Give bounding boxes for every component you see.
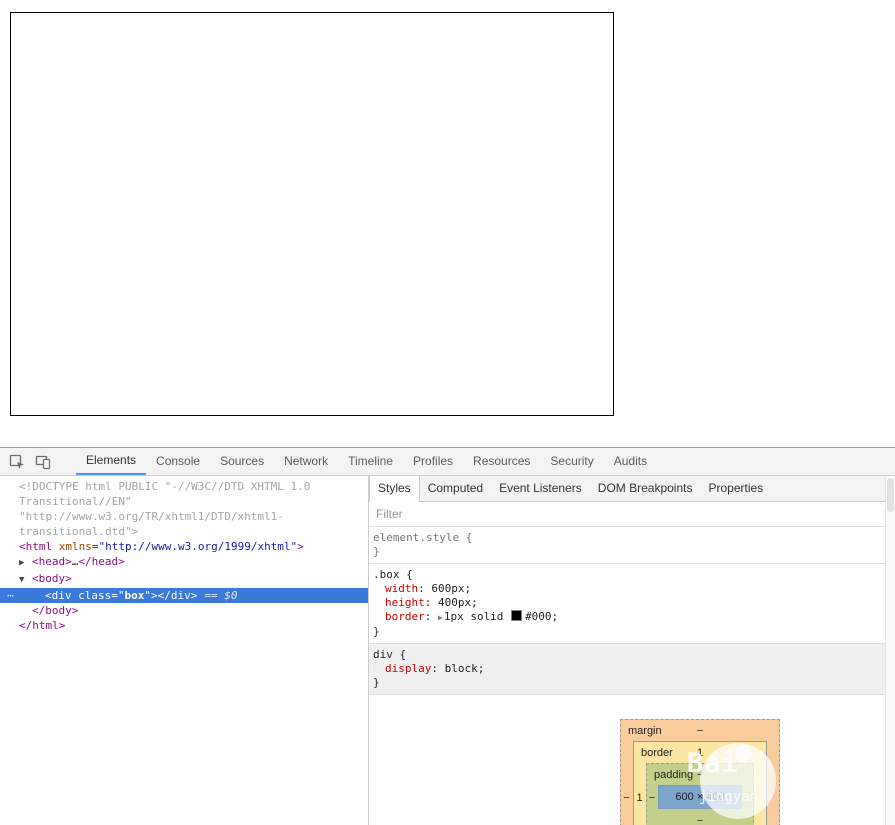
rule-close-brace: } (371, 545, 893, 559)
chevron-down-icon[interactable]: ▼ (19, 573, 32, 588)
body-open-node[interactable]: ▼<body> (0, 571, 368, 588)
tab-network[interactable]: Network (274, 448, 338, 475)
margin-top-value: − (621, 724, 779, 738)
tab-security[interactable]: Security (540, 448, 603, 475)
rule-selector[interactable]: div { (371, 648, 893, 662)
styles-scrollbar[interactable] (885, 476, 895, 825)
tab-properties[interactable]: Properties (700, 476, 771, 501)
rule-close-brace: } (371, 676, 893, 690)
device-toolbar-icon[interactable] (30, 448, 56, 475)
tab-audits[interactable]: Audits (604, 448, 657, 475)
doctype-node[interactable]: "http://www.w3.org/TR/xhtml1/DTD/xhtml1- (0, 509, 368, 524)
rule-selector[interactable]: .box { (371, 568, 893, 582)
expand-shorthand-icon[interactable]: ▶ (438, 613, 443, 622)
css-property-border[interactable]: border: ▶1px solid #000; (371, 610, 893, 625)
chevron-right-icon[interactable]: ▶ (19, 556, 32, 571)
rule-box: .box { width: 600px; height: 400px; bord… (369, 564, 895, 644)
tab-styles[interactable]: Styles (369, 476, 420, 502)
tab-console[interactable]: Console (146, 448, 210, 475)
inspect-icon[interactable] (4, 448, 30, 475)
box-model-section: margin − border 1 padding − 600 × 400 (369, 695, 895, 825)
div-box-node-selected[interactable]: ⋯<div class="box"></div>== $0 (0, 588, 368, 603)
head-node[interactable]: ▶<head>…</head> (0, 554, 368, 571)
baidu-watermark-subtitle: jingyan (699, 790, 758, 804)
tab-resources[interactable]: Resources (463, 448, 540, 475)
tab-timeline[interactable]: Timeline (338, 448, 403, 475)
baidu-watermark-title: Bai (687, 757, 739, 771)
scrollbar-thumb[interactable] (887, 478, 894, 512)
styles-filter-row (369, 502, 895, 527)
rule-div-user-agent: div { display: block; } (369, 644, 895, 695)
more-actions-icon[interactable]: ⋯ (7, 588, 15, 603)
tab-event-listeners[interactable]: Event Listeners (491, 476, 590, 501)
css-property-width[interactable]: width: 600px; (371, 582, 893, 596)
html-close-node[interactable]: </html> (0, 618, 368, 633)
rule-element-style: element.style { } (369, 527, 895, 564)
tab-sources[interactable]: Sources (210, 448, 274, 475)
tab-computed[interactable]: Computed (420, 476, 491, 501)
css-property-display[interactable]: display: block; (371, 662, 893, 676)
body-close-node[interactable]: </body> (0, 603, 368, 618)
border-left-value: 1 (633, 786, 646, 810)
doctype-node[interactable]: transitional.dtd"> (0, 524, 368, 539)
devtools-panel: Elements Console Sources Network Timelin… (0, 447, 895, 825)
devtools-tabbar: Elements Console Sources Network Timelin… (76, 448, 657, 475)
html-open-node[interactable]: <html xmlns="http://www.w3.org/1999/xhtm… (0, 539, 368, 554)
console-hint: == $0 (204, 589, 237, 602)
doctype-node[interactable]: Transitional//EN" (0, 494, 368, 509)
margin-left-value: − (620, 786, 633, 810)
tab-elements[interactable]: Elements (76, 448, 146, 475)
css-property-height[interactable]: height: 400px; (371, 596, 893, 610)
rule-close-brace: } (371, 625, 893, 639)
tab-dom-breakpoints[interactable]: DOM Breakpoints (590, 476, 701, 501)
styles-tabbar: Styles Computed Event Listeners DOM Brea… (369, 476, 895, 502)
devtools-main: <!DOCTYPE html PUBLIC "-//W3C//DTD XHTML… (0, 476, 895, 825)
screen: Elements Console Sources Network Timelin… (0, 0, 895, 825)
color-swatch[interactable] (511, 610, 522, 621)
styles-filter-input[interactable] (369, 507, 683, 521)
devtools-toolbar: Elements Console Sources Network Timelin… (0, 448, 895, 476)
tab-profiles[interactable]: Profiles (403, 448, 463, 475)
styles-sidebar: Styles Computed Event Listeners DOM Brea… (369, 476, 895, 825)
padding-left-value: − (646, 786, 658, 810)
elements-tree: <!DOCTYPE html PUBLIC "-//W3C//DTD XHTML… (0, 476, 369, 825)
demo-box (10, 12, 614, 416)
rule-selector[interactable]: element.style { (371, 531, 893, 545)
styles-content: element.style { } .box { width: 600px; h… (369, 527, 895, 825)
browser-page (0, 0, 895, 447)
doctype-node[interactable]: <!DOCTYPE html PUBLIC "-//W3C//DTD XHTML… (0, 479, 368, 494)
